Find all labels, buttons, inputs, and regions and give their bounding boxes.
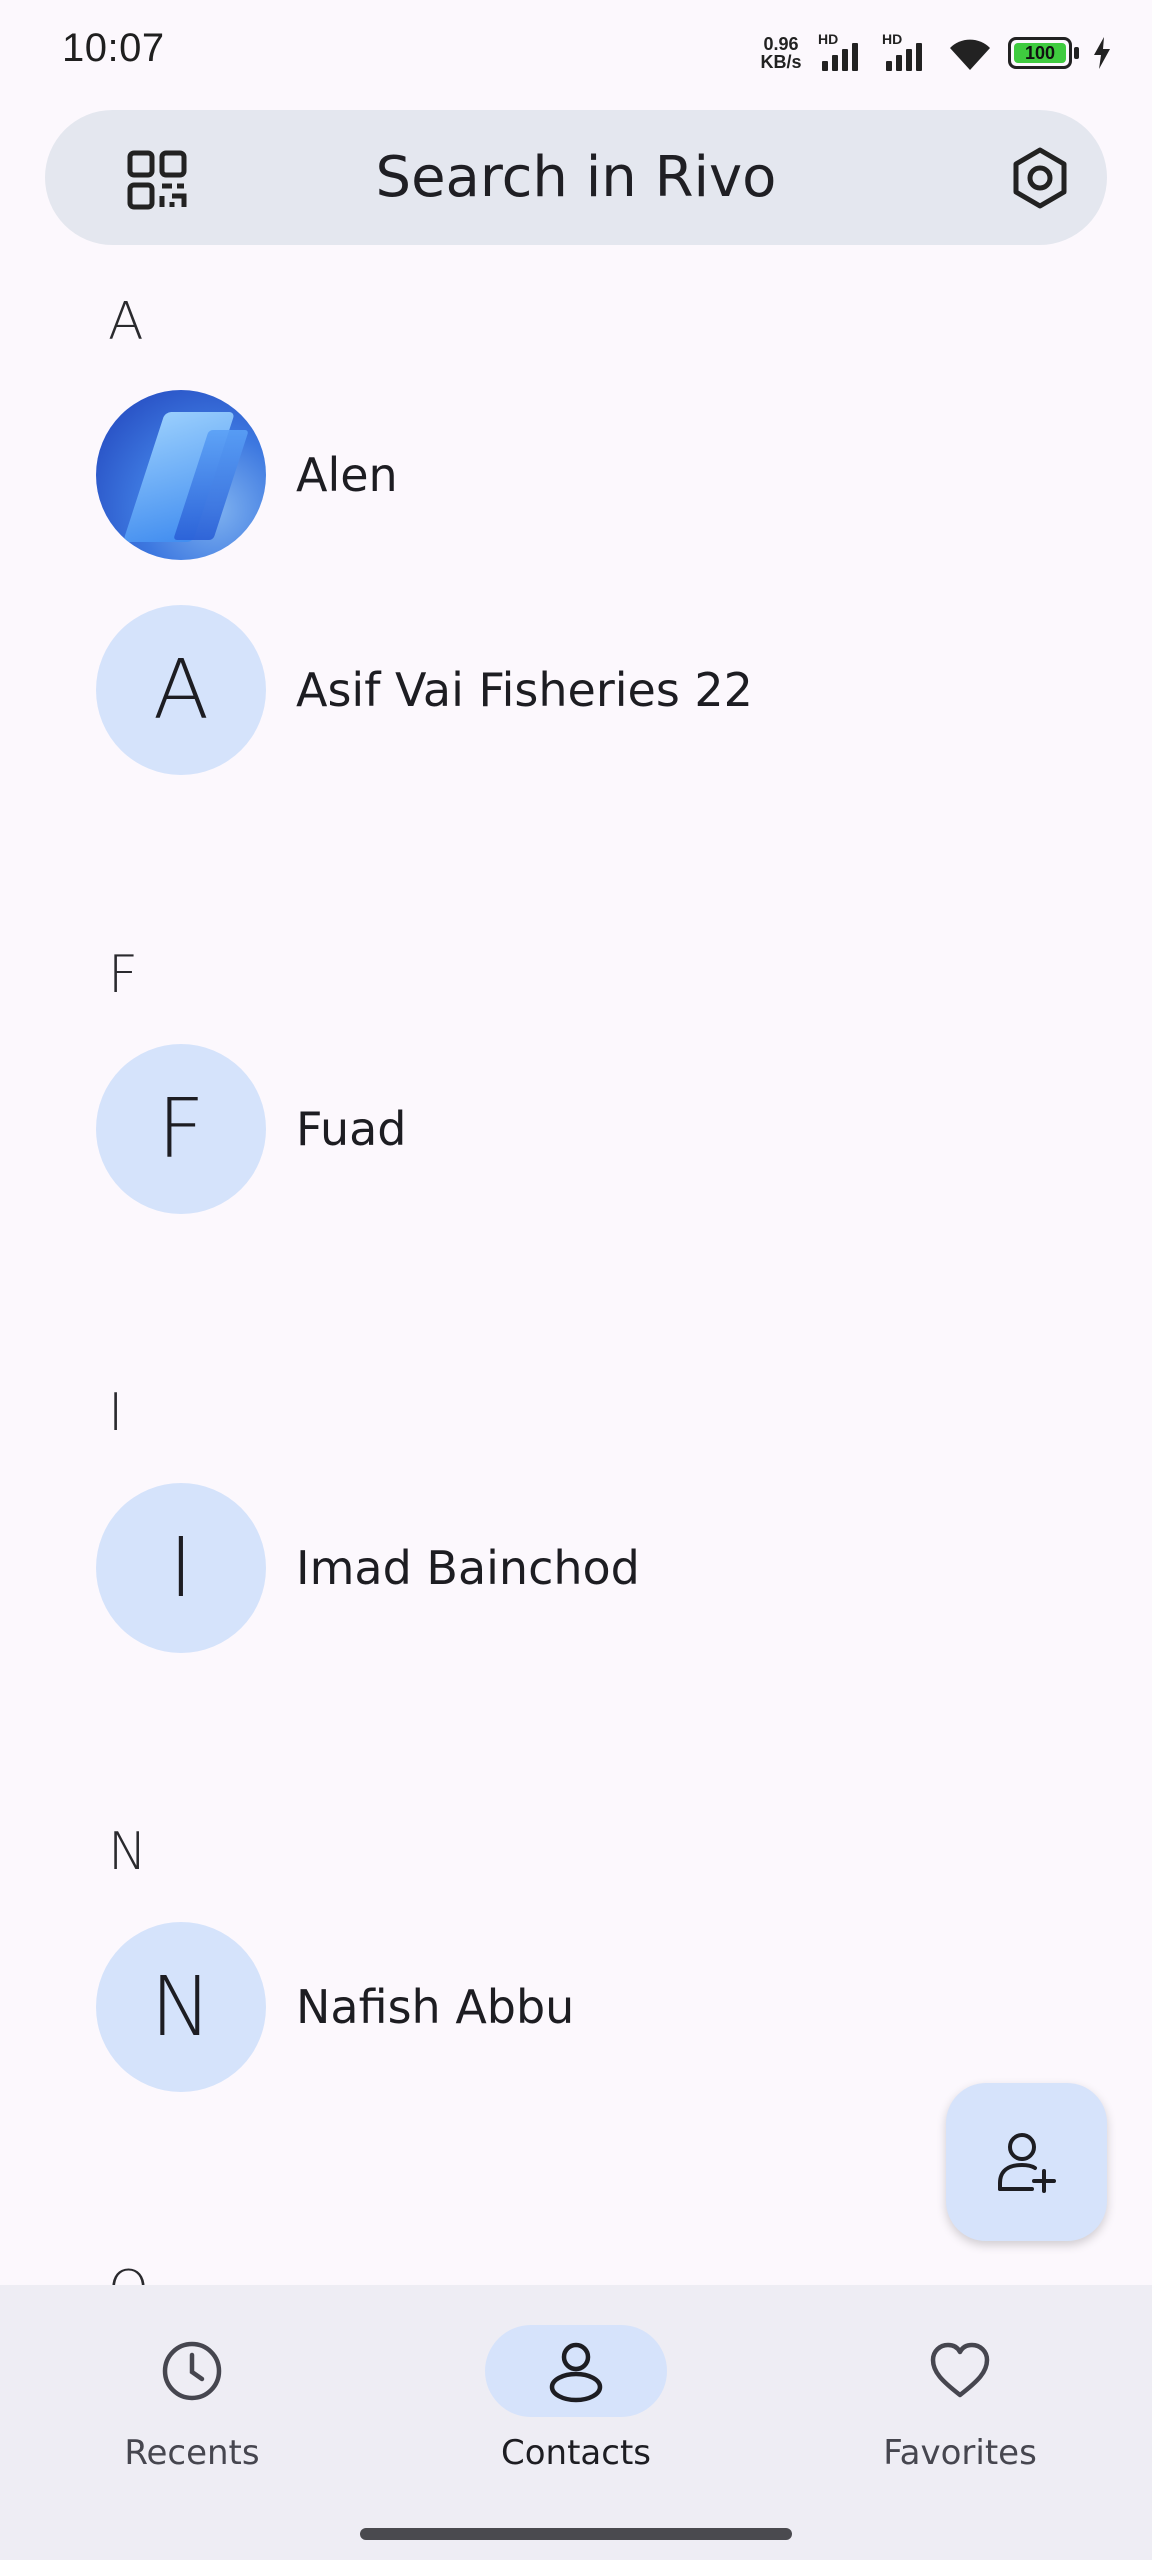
contact-name: Fuad (296, 1102, 407, 1156)
contact-name: Imad Bainchod (296, 1541, 640, 1595)
contact-name: Nafish Abbu (296, 1980, 575, 2034)
contact-item-nafish[interactable]: N Nafish Abbu (96, 1922, 1096, 2092)
clock-icon (162, 2341, 222, 2401)
bottom-navigation: Recents Contacts Favorites (0, 2285, 1152, 2560)
network-speed: 0.96 KB/s (760, 34, 802, 72)
contact-item-alen[interactable]: Alen (96, 390, 1096, 560)
status-bar: 10:07 0.96 KB/s HD HD 100 (0, 0, 1152, 104)
signal-2-icon: HD (882, 31, 932, 73)
contact-item-fuad[interactable]: F Fuad (96, 1044, 1096, 1214)
avatar: F (96, 1044, 266, 1214)
avatar: A (96, 605, 266, 775)
avatar (96, 390, 266, 560)
section-header-o: O (108, 2260, 149, 2285)
contact-name: Asif Vai Fisheries 22 (296, 663, 753, 717)
settings-icon[interactable] (1008, 146, 1072, 210)
avatar: I (96, 1483, 266, 1653)
nav-label: Contacts (501, 2433, 651, 2473)
nav-recents[interactable]: Recents (42, 2325, 342, 2473)
section-header-a: A (108, 292, 144, 352)
contact-list[interactable]: A Alen A Asif Vai Fisheries 22 F F Fuad … (0, 270, 1152, 2285)
heart-icon (930, 2342, 990, 2398)
section-header-i: I (108, 1383, 124, 1443)
contacts-screen: 10:07 0.96 KB/s HD HD 100 Search in Rivo… (0, 0, 1152, 2560)
status-icons: 0.96 KB/s HD HD 100 (758, 30, 1112, 76)
signal-1-icon: HD (818, 31, 868, 73)
search-bar[interactable]: Search in Rivo (45, 110, 1107, 245)
status-time: 10:07 (62, 26, 165, 70)
contact-name: Alen (296, 448, 398, 502)
nav-contacts[interactable]: Contacts (426, 2325, 726, 2473)
section-header-f: F (108, 945, 138, 1005)
battery-icon: 100 (1008, 37, 1079, 69)
home-indicator[interactable] (360, 2528, 792, 2540)
avatar: N (96, 1922, 266, 2092)
nav-label: Recents (124, 2433, 260, 2473)
wifi-icon (950, 39, 990, 70)
contact-item-asif[interactable]: A Asif Vai Fisheries 22 (96, 605, 1096, 775)
add-contact-button[interactable] (946, 2083, 1107, 2241)
nav-favorites[interactable]: Favorites (810, 2325, 1110, 2473)
add-person-icon (997, 2133, 1056, 2193)
section-header-n: N (108, 1822, 147, 1882)
search-placeholder[interactable]: Search in Rivo (376, 145, 777, 210)
nav-label: Favorites (883, 2433, 1037, 2473)
qr-code-icon[interactable] (127, 150, 187, 210)
person-icon (549, 2342, 603, 2403)
charging-icon (1094, 37, 1110, 69)
contact-item-imad[interactable]: I Imad Bainchod (96, 1483, 1096, 1653)
